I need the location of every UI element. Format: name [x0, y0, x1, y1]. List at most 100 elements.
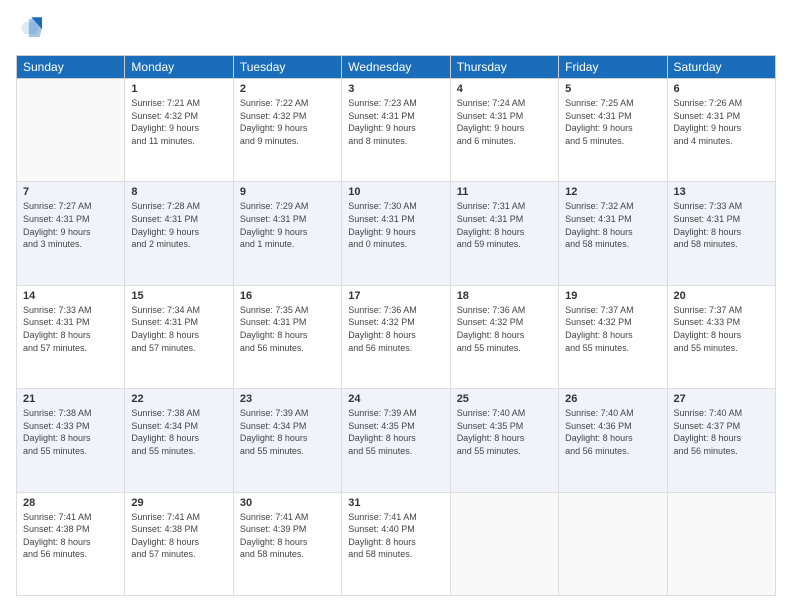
weekday-header: Thursday: [450, 56, 558, 79]
day-info: Sunrise: 7:29 AM Sunset: 4:31 PM Dayligh…: [240, 200, 335, 250]
calendar-day-cell: 22 Sunrise: 7:38 AM Sunset: 4:34 PM Dayli…: [125, 389, 233, 492]
day-number: 23: [240, 393, 335, 405]
day-number: 20: [674, 290, 769, 302]
calendar-day-cell: 24 Sunrise: 7:39 AM Sunset: 4:35 PM Dayli…: [342, 389, 450, 492]
calendar-week-row: 7 Sunrise: 7:27 AM Sunset: 4:31 PM Daylig…: [17, 182, 776, 285]
calendar-week-row: 14 Sunrise: 7:33 AM Sunset: 4:31 PM Dayli…: [17, 285, 776, 388]
calendar-day-cell: 6 Sunrise: 7:26 AM Sunset: 4:31 PM Daylig…: [667, 79, 775, 182]
calendar-day-cell: 7 Sunrise: 7:27 AM Sunset: 4:31 PM Daylig…: [17, 182, 125, 285]
day-info: Sunrise: 7:37 AM Sunset: 4:32 PM Dayligh…: [565, 304, 660, 354]
calendar-day-cell: 2 Sunrise: 7:22 AM Sunset: 4:32 PM Daylig…: [233, 79, 341, 182]
calendar-day-cell: 11 Sunrise: 7:31 AM Sunset: 4:31 PM Dayli…: [450, 182, 558, 285]
calendar-week-row: 28 Sunrise: 7:41 AM Sunset: 4:38 PM Dayli…: [17, 492, 776, 595]
day-info: Sunrise: 7:33 AM Sunset: 4:31 PM Dayligh…: [674, 200, 769, 250]
day-info: Sunrise: 7:41 AM Sunset: 4:40 PM Dayligh…: [348, 511, 443, 561]
day-number: 31: [348, 497, 443, 509]
day-number: 27: [674, 393, 769, 405]
calendar-day-cell: 27 Sunrise: 7:40 AM Sunset: 4:37 PM Dayli…: [667, 389, 775, 492]
calendar-day-cell: 26 Sunrise: 7:40 AM Sunset: 4:36 PM Dayli…: [559, 389, 667, 492]
day-info: Sunrise: 7:36 AM Sunset: 4:32 PM Dayligh…: [457, 304, 552, 354]
calendar-day-cell: [17, 79, 125, 182]
logo: [16, 16, 42, 45]
calendar-day-cell: 4Sunrise: 7:24 AM Sunset: 4:31 PM Daylig…: [450, 79, 558, 182]
day-number: 24: [348, 393, 443, 405]
day-number: 19: [565, 290, 660, 302]
day-number: 15: [131, 290, 226, 302]
day-number: 18: [457, 290, 552, 302]
day-number: 10: [348, 186, 443, 198]
day-number: 5: [565, 83, 660, 95]
day-info: Sunrise: 7:36 AM Sunset: 4:32 PM Dayligh…: [348, 304, 443, 354]
day-info: Sunrise: 7:38 AM Sunset: 4:33 PM Dayligh…: [23, 407, 118, 457]
calendar-week-row: 1 Sunrise: 7:21 AM Sunset: 4:32 PM Daylig…: [17, 79, 776, 182]
day-info: Sunrise: 7:23 AM Sunset: 4:31 PM Dayligh…: [348, 97, 443, 147]
calendar-day-cell: 8 Sunrise: 7:28 AM Sunset: 4:31 PM Daylig…: [125, 182, 233, 285]
day-info: Sunrise: 7:25 AM Sunset: 4:31 PM Dayligh…: [565, 97, 660, 147]
calendar-day-cell: 25Sunrise: 7:40 AM Sunset: 4:35 PM Dayli…: [450, 389, 558, 492]
day-number: 14: [23, 290, 118, 302]
calendar-day-cell: 23 Sunrise: 7:39 AM Sunset: 4:34 PM Dayli…: [233, 389, 341, 492]
day-number: 7: [23, 186, 118, 198]
day-number: 1: [131, 83, 226, 95]
day-info: Sunrise: 7:27 AM Sunset: 4:31 PM Dayligh…: [23, 200, 118, 250]
weekday-header: Sunday: [17, 56, 125, 79]
day-info: Sunrise: 7:40 AM Sunset: 4:36 PM Dayligh…: [565, 407, 660, 457]
day-info: Sunrise: 7:30 AM Sunset: 4:31 PM Dayligh…: [348, 200, 443, 250]
calendar-day-cell: 17Sunrise: 7:36 AM Sunset: 4:32 PM Dayli…: [342, 285, 450, 388]
day-info: Sunrise: 7:35 AM Sunset: 4:31 PM Dayligh…: [240, 304, 335, 354]
day-info: Sunrise: 7:40 AM Sunset: 4:37 PM Dayligh…: [674, 407, 769, 457]
calendar-day-cell: [667, 492, 775, 595]
page: SundayMondayTuesdayWednesdayThursdayFrid…: [0, 0, 792, 612]
calendar-day-cell: 13Sunrise: 7:33 AM Sunset: 4:31 PM Dayli…: [667, 182, 775, 285]
calendar-day-cell: [450, 492, 558, 595]
calendar-header-row: SundayMondayTuesdayWednesdayThursdayFrid…: [17, 56, 776, 79]
calendar-day-cell: 9 Sunrise: 7:29 AM Sunset: 4:31 PM Daylig…: [233, 182, 341, 285]
calendar-day-cell: 31 Sunrise: 7:41 AM Sunset: 4:40 PM Dayli…: [342, 492, 450, 595]
day-info: Sunrise: 7:33 AM Sunset: 4:31 PM Dayligh…: [23, 304, 118, 354]
day-number: 11: [457, 186, 552, 198]
day-number: 8: [131, 186, 226, 198]
calendar-day-cell: 15 Sunrise: 7:34 AM Sunset: 4:31 PM Dayli…: [125, 285, 233, 388]
day-info: Sunrise: 7:39 AM Sunset: 4:34 PM Dayligh…: [240, 407, 335, 457]
weekday-header: Monday: [125, 56, 233, 79]
day-number: 2: [240, 83, 335, 95]
day-info: Sunrise: 7:22 AM Sunset: 4:32 PM Dayligh…: [240, 97, 335, 147]
day-number: 30: [240, 497, 335, 509]
calendar-day-cell: 1 Sunrise: 7:21 AM Sunset: 4:32 PM Daylig…: [125, 79, 233, 182]
day-number: 25: [457, 393, 552, 405]
calendar-day-cell: 14 Sunrise: 7:33 AM Sunset: 4:31 PM Dayli…: [17, 285, 125, 388]
calendar-day-cell: 20Sunrise: 7:37 AM Sunset: 4:33 PM Dayli…: [667, 285, 775, 388]
calendar-table: SundayMondayTuesdayWednesdayThursdayFrid…: [16, 55, 776, 596]
day-info: Sunrise: 7:34 AM Sunset: 4:31 PM Dayligh…: [131, 304, 226, 354]
day-number: 9: [240, 186, 335, 198]
calendar-day-cell: 12Sunrise: 7:32 AM Sunset: 4:31 PM Dayli…: [559, 182, 667, 285]
day-number: 16: [240, 290, 335, 302]
calendar-day-cell: [559, 492, 667, 595]
day-number: 26: [565, 393, 660, 405]
day-info: Sunrise: 7:31 AM Sunset: 4:31 PM Dayligh…: [457, 200, 552, 250]
day-number: 28: [23, 497, 118, 509]
day-info: Sunrise: 7:26 AM Sunset: 4:31 PM Dayligh…: [674, 97, 769, 147]
calendar-day-cell: 29 Sunrise: 7:41 AM Sunset: 4:38 PM Dayli…: [125, 492, 233, 595]
day-info: Sunrise: 7:41 AM Sunset: 4:39 PM Dayligh…: [240, 511, 335, 561]
day-number: 22: [131, 393, 226, 405]
day-number: 4: [457, 83, 552, 95]
day-number: 6: [674, 83, 769, 95]
day-info: Sunrise: 7:39 AM Sunset: 4:35 PM Dayligh…: [348, 407, 443, 457]
day-number: 29: [131, 497, 226, 509]
day-info: Sunrise: 7:38 AM Sunset: 4:34 PM Dayligh…: [131, 407, 226, 457]
day-info: Sunrise: 7:41 AM Sunset: 4:38 PM Dayligh…: [131, 511, 226, 561]
calendar-day-cell: 18 Sunrise: 7:36 AM Sunset: 4:32 PM Dayli…: [450, 285, 558, 388]
calendar-day-cell: 28 Sunrise: 7:41 AM Sunset: 4:38 PM Dayli…: [17, 492, 125, 595]
day-info: Sunrise: 7:28 AM Sunset: 4:31 PM Dayligh…: [131, 200, 226, 250]
day-number: 3: [348, 83, 443, 95]
day-number: 21: [23, 393, 118, 405]
day-info: Sunrise: 7:41 AM Sunset: 4:38 PM Dayligh…: [23, 511, 118, 561]
day-info: Sunrise: 7:32 AM Sunset: 4:31 PM Dayligh…: [565, 200, 660, 250]
weekday-header: Saturday: [667, 56, 775, 79]
logo-icon: [18, 16, 42, 40]
calendar-day-cell: 10 Sunrise: 7:30 AM Sunset: 4:31 PM Dayli…: [342, 182, 450, 285]
calendar-day-cell: 21 Sunrise: 7:38 AM Sunset: 4:33 PM Dayli…: [17, 389, 125, 492]
calendar-week-row: 21 Sunrise: 7:38 AM Sunset: 4:33 PM Dayli…: [17, 389, 776, 492]
day-info: Sunrise: 7:21 AM Sunset: 4:32 PM Dayligh…: [131, 97, 226, 147]
